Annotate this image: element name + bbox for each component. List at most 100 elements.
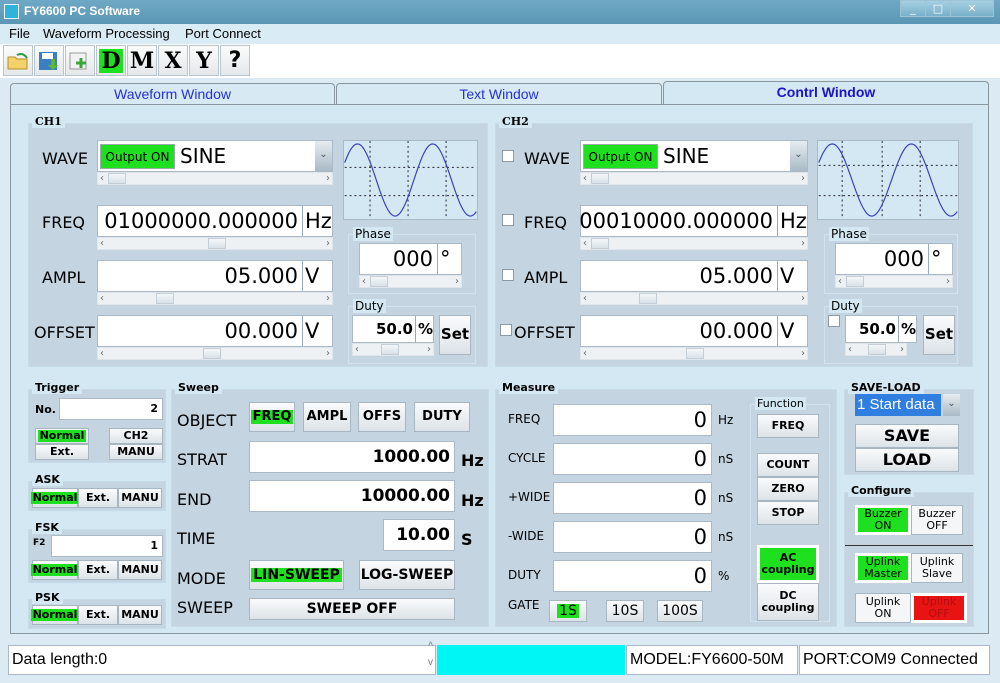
y-button[interactable]: Y <box>189 45 219 76</box>
ch2-ampl-scrollbar[interactable]: ‹ › <box>580 292 808 305</box>
ch1-ampl-input[interactable]: 05.000 V <box>97 260 333 292</box>
ch2-duty-set-button[interactable]: Set <box>923 315 955 355</box>
ch1-phase-input[interactable]: 000 ° <box>359 243 462 275</box>
chevron-down-icon[interactable]: ⌄ <box>790 141 807 171</box>
sweep-time-input[interactable]: 10.00 <box>383 519 455 551</box>
load-button[interactable]: LOAD <box>855 448 959 472</box>
log-sweep-button[interactable]: LOG-SWEEP <box>359 560 455 590</box>
gate-1s-button[interactable]: 1S <box>549 600 587 622</box>
close-button[interactable]: ✕ <box>950 0 994 17</box>
ch2-ampl-checkbox[interactable] <box>502 269 514 281</box>
ch2-duty-checkbox[interactable] <box>828 315 840 327</box>
ch2-duty-scrollbar[interactable]: ‹ › <box>845 343 907 356</box>
ch2-wave-checkbox[interactable] <box>502 150 514 162</box>
ac-coupling-button[interactable]: AC coupling <box>757 545 819 583</box>
ch1-duty-scrollbar[interactable]: ‹ › <box>352 343 434 356</box>
chevron-down-icon[interactable]: ⌄ <box>315 141 332 171</box>
d-button[interactable]: D <box>96 45 126 76</box>
fsk-ext-button[interactable]: Ext. <box>78 560 118 580</box>
sweep-object-offs[interactable]: OFFS <box>358 402 406 432</box>
ch2-phase-scrollbar[interactable]: ‹ › <box>835 275 953 288</box>
ch2-freq-checkbox[interactable] <box>502 214 514 226</box>
scroll-down-icon[interactable]: v <box>428 656 433 670</box>
scroll-up-icon[interactable]: ^ <box>428 640 433 654</box>
save-button-main[interactable]: SAVE <box>855 424 959 448</box>
function-freq-button[interactable]: FREQ <box>757 414 819 438</box>
m-button[interactable]: M <box>127 45 157 76</box>
trigger-number-input[interactable]: 2 <box>59 398 163 420</box>
ch1-freq-scrollbar[interactable]: ‹ › <box>97 237 333 250</box>
gate-10s-button[interactable]: 10S <box>606 600 644 622</box>
trigger-manu-button[interactable]: MANU <box>109 444 163 460</box>
trigger-ch2-button[interactable]: CH2 <box>109 428 163 444</box>
ch2-duty-input[interactable]: 50.0 % <box>845 315 917 343</box>
menu-file[interactable]: File <box>9 26 30 41</box>
data-length-field[interactable]: Data length:0 ^ v <box>8 641 436 675</box>
save-button[interactable] <box>34 45 64 76</box>
ch2-ampl-input[interactable]: 05.000 V <box>580 260 808 292</box>
ch1-phase-scrollbar[interactable]: ‹ › <box>359 275 462 288</box>
ch2-offset-scrollbar[interactable]: ‹ › <box>580 347 808 360</box>
fsk-manu-button[interactable]: MANU <box>118 560 162 580</box>
ask-ext-button[interactable]: Ext. <box>78 488 118 508</box>
ch2-output-button[interactable]: Output ON <box>583 144 658 169</box>
function-zero-button[interactable]: ZERO <box>757 477 819 501</box>
function-stop-button[interactable]: STOP <box>757 501 819 525</box>
fsk-f2-input[interactable]: 1 <box>51 535 163 557</box>
ch2-freq-input[interactable]: 00010000.000000 Hz <box>579 205 808 237</box>
menu-port-connect[interactable]: Port Connect <box>185 26 261 41</box>
uplink-off-button[interactable]: Uplink OFF <box>911 593 967 623</box>
uplink-slave-button[interactable]: Uplink Slave <box>911 553 963 583</box>
buzzer-on-button[interactable]: Buzzer ON <box>855 505 911 535</box>
ch1-offset-input[interactable]: 00.000 V <box>97 315 333 347</box>
open-button[interactable] <box>3 45 33 76</box>
sweep-object-ampl[interactable]: AMPL <box>303 402 351 432</box>
uplink-master-button[interactable]: Uplink Master <box>855 553 911 583</box>
ch2-wave-scrollbar[interactable]: ‹ › <box>580 172 808 185</box>
gate-100s-button[interactable]: 100S <box>657 600 703 622</box>
trigger-normal-button[interactable]: Normal <box>35 428 89 444</box>
ch1-output-button[interactable]: Output ON <box>100 144 175 169</box>
lin-sweep-button[interactable]: LIN-SWEEP <box>249 560 344 590</box>
sweep-object-freq[interactable]: FREQ <box>249 402 295 432</box>
ch2-freq-scrollbar[interactable]: ‹ › <box>580 237 808 250</box>
sweep-end-input[interactable]: 10000.00 <box>249 480 455 512</box>
tab-control-window[interactable]: Contrl Window <box>663 81 989 106</box>
ch1-duty-set-button[interactable]: Set <box>439 315 471 355</box>
chevron-down-icon[interactable]: ⌄ <box>943 394 960 416</box>
fsk-normal-button[interactable]: Normal <box>30 560 80 580</box>
dc-coupling-button[interactable]: DC coupling <box>757 583 819 621</box>
ch2-phase-input[interactable]: 000 ° <box>835 243 953 275</box>
sweep-start-input[interactable]: 1000.00 <box>249 441 455 473</box>
help-button[interactable]: ? <box>220 45 250 76</box>
trigger-ext-button[interactable]: Ext. <box>35 444 89 460</box>
ch1-freq-input[interactable]: 01000000.000000 Hz <box>97 205 333 237</box>
ask-manu-button[interactable]: MANU <box>118 488 162 508</box>
ch1-duty-input[interactable]: 50.0 % <box>352 315 434 343</box>
menu-waveform-processing[interactable]: Waveform Processing <box>43 26 170 41</box>
saveload-select[interactable]: 1 Start data ⌄ <box>855 394 960 416</box>
psk-manu-button[interactable]: MANU <box>118 605 162 625</box>
ch2-offset-input[interactable]: 00.000 V <box>580 315 808 347</box>
add-button[interactable] <box>65 45 95 76</box>
tab-text-window[interactable]: Text Window <box>336 83 662 105</box>
ch1-ampl-scrollbar[interactable]: ‹ › <box>97 292 333 305</box>
ask-normal-button[interactable]: Normal <box>30 488 80 508</box>
x-button[interactable]: X <box>158 45 188 76</box>
function-count-button[interactable]: COUNT <box>757 453 819 477</box>
buzzer-off-button[interactable]: Buzzer OFF <box>911 505 963 535</box>
sweep-object-duty[interactable]: DUTY <box>414 402 470 432</box>
psk-ext-button[interactable]: Ext. <box>78 605 118 625</box>
ch2-offset-checkbox[interactable] <box>500 324 512 336</box>
ch1-wave-scrollbar[interactable]: ‹ › <box>97 172 333 185</box>
tab-waveform-window[interactable]: Waveform Window <box>10 83 335 105</box>
psk-normal-button[interactable]: Normal <box>30 605 80 625</box>
uplink-on-button[interactable]: Uplink ON <box>855 593 911 623</box>
psk-group: PSK Normal Ext. MANU <box>28 591 166 629</box>
ch2-wave-select[interactable]: Output ON SINE ⌄ <box>580 140 808 172</box>
sweep-toggle-button[interactable]: SWEEP OFF <box>249 598 455 620</box>
ch1-offset-scrollbar[interactable]: ‹ › <box>97 347 333 360</box>
ch1-wave-select[interactable]: Output ON SINE ⌄ <box>97 140 333 172</box>
minimize-button[interactable]: _ <box>900 0 926 17</box>
maximize-button[interactable]: □ <box>925 0 951 17</box>
